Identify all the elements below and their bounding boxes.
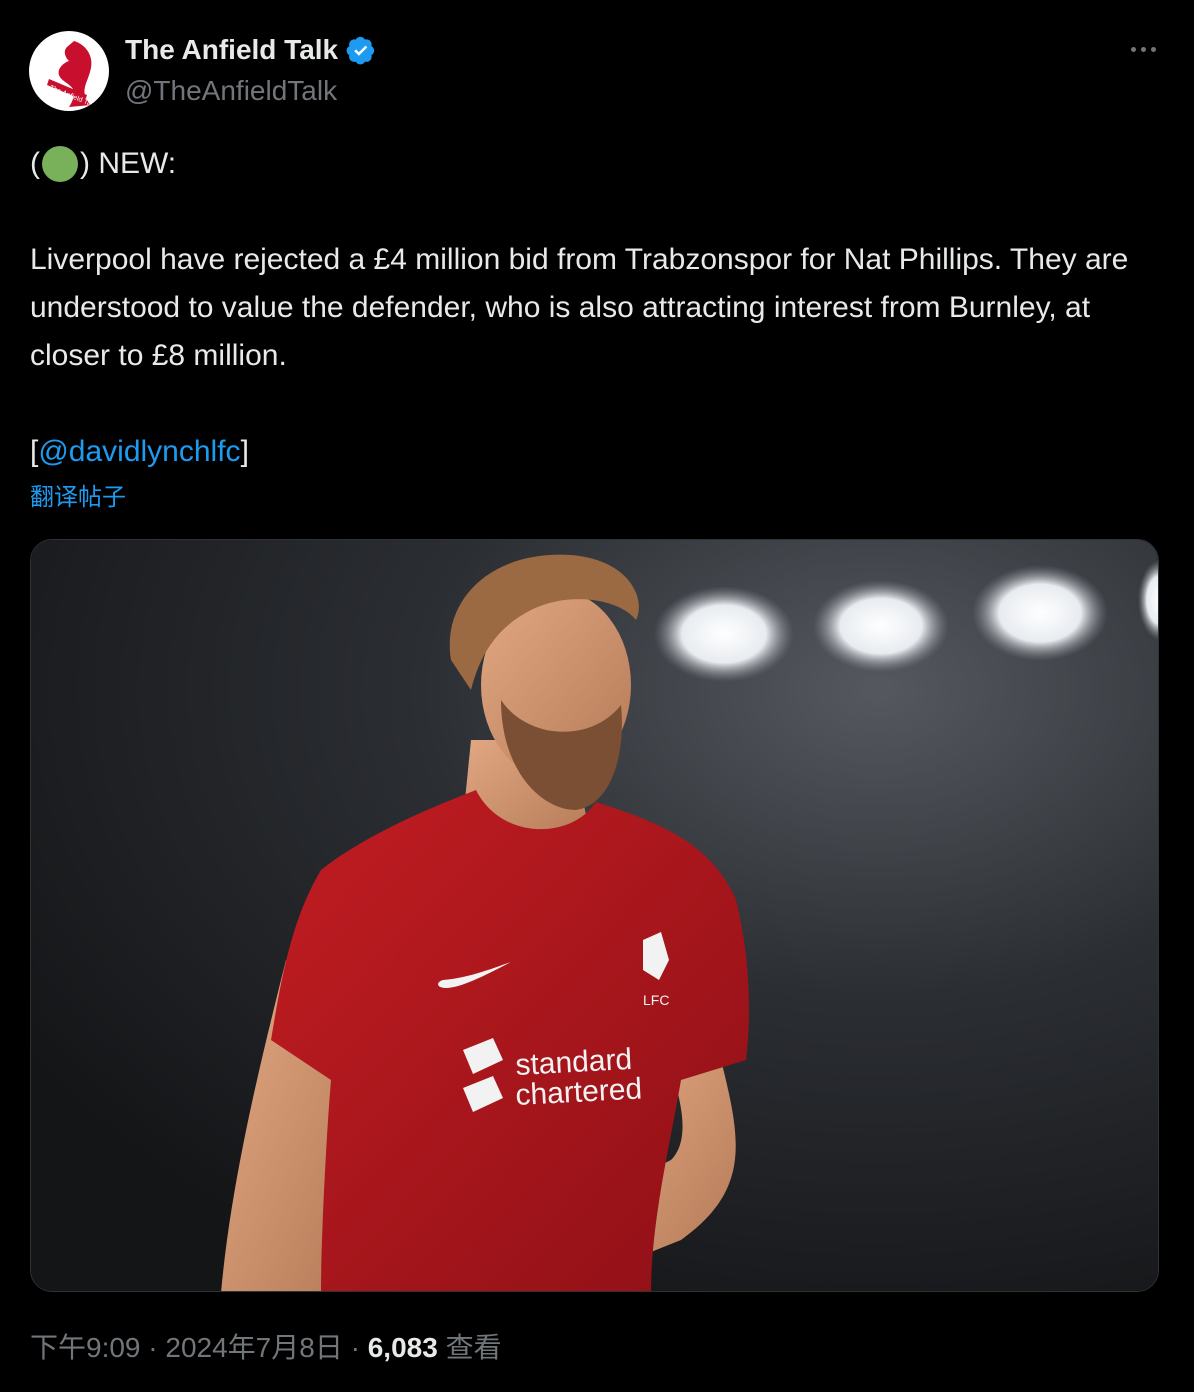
- more-options-button[interactable]: [1122, 32, 1164, 66]
- bracket-close: ]: [240, 435, 249, 468]
- tweet-date[interactable]: 2024年7月8日: [165, 1332, 342, 1363]
- green-circle-emoji-icon: [42, 146, 78, 182]
- tweet-source: [@davidlynchlfc]: [30, 428, 1150, 476]
- author-display-name[interactable]: The Anfield Talk: [125, 33, 376, 67]
- liverbird-logo-icon: The Anfield Talk: [30, 32, 108, 110]
- meta-separator: ·: [140, 1332, 166, 1363]
- tweet-body: Liverpool have rejected a £4 million bid…: [30, 243, 1129, 372]
- player-photo: LFC standard chartered: [31, 540, 1158, 1291]
- tweet-media-image[interactable]: LFC standard chartered: [30, 539, 1159, 1292]
- more-dots-icon: [1130, 46, 1136, 52]
- tweet-headline: ( ) NEW:: [30, 140, 1150, 188]
- sponsor-line-2: chartered: [515, 1072, 643, 1112]
- translate-post-link[interactable]: 翻译帖子: [30, 482, 126, 514]
- views-count: 6,083: [367, 1332, 438, 1363]
- more-dots-icon: [1150, 46, 1156, 52]
- crest-text: LFC: [643, 992, 669, 1008]
- meta-separator: ·: [342, 1332, 368, 1363]
- author-name-text: The Anfield Talk: [125, 34, 339, 65]
- views-label: 查看: [437, 1332, 502, 1363]
- new-label: ) NEW:: [80, 147, 177, 180]
- tweet-meta: 下午9:09 · 2024年7月8日 · 6,083 查看: [30, 1328, 502, 1368]
- author-handle[interactable]: @TheAnfieldTalk: [125, 74, 337, 108]
- more-dots-icon: [1140, 46, 1146, 52]
- tweet-text: ( ) NEW: Liverpool have rejected a £4 mi…: [30, 140, 1150, 476]
- tweet-time[interactable]: 下午9:09: [30, 1332, 141, 1363]
- open-paren: (: [30, 147, 40, 180]
- avatar[interactable]: The Anfield Talk: [29, 31, 109, 111]
- verified-badge-icon: [346, 36, 375, 65]
- mention-link[interactable]: @davidlynchlfc: [38, 435, 240, 468]
